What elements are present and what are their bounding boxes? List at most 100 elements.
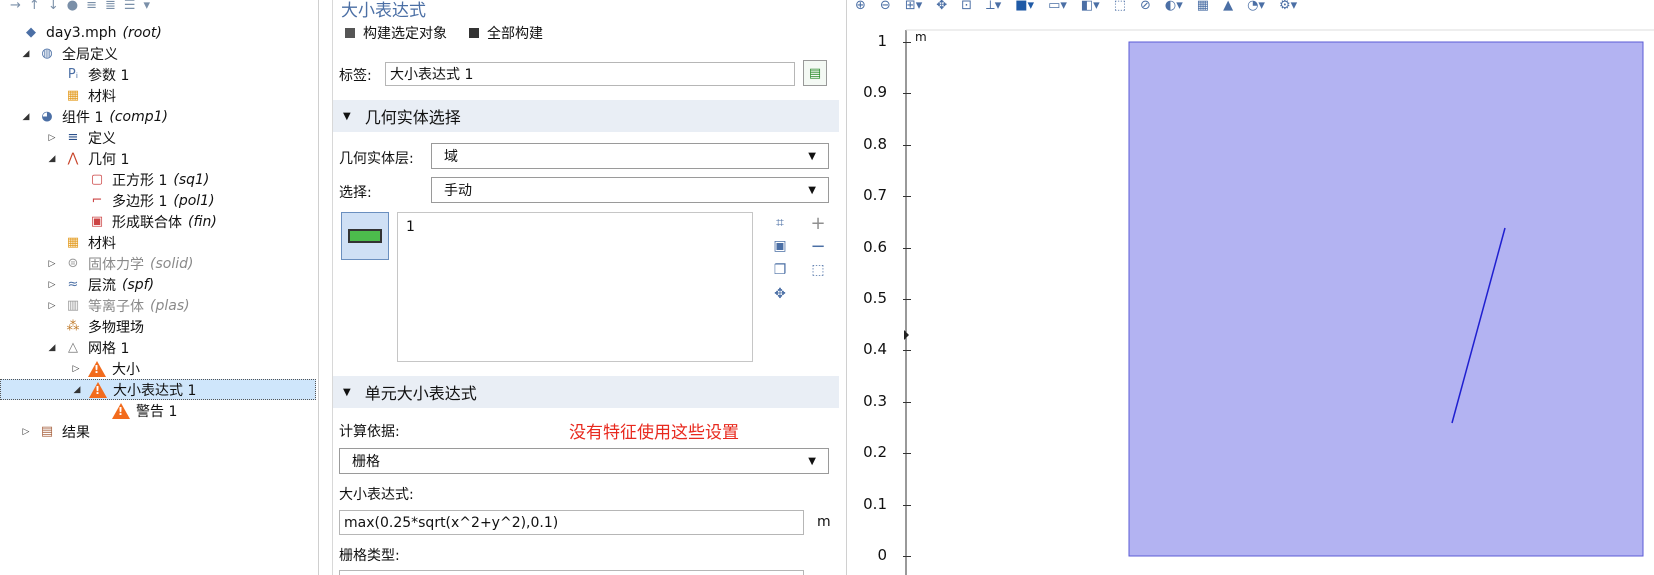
tree-toolbar: → ↑ ↓ ● ≡ ≣ ☰ ▾ — [0, 0, 150, 14]
selection-list[interactable]: 1 — [397, 212, 753, 362]
sort-down-icon[interactable]: ≣ — [105, 0, 116, 12]
warning-triangle — [89, 381, 107, 398]
graphics-window[interactable]: ⊕ ⊖ ⊞▾ ✥ ⊡ ⟂▾ ■▾ ▭▾ ◧▾ ⬚ ⊘ ◐▾ ▦ ▲ ◔▾ ⚙▾ … — [846, 0, 1654, 575]
tree-node[interactable]: ▷ ≡ 定义 — [46, 127, 116, 148]
remove-icon[interactable]: − — [809, 236, 827, 257]
y-tick-label: 0.4 — [863, 340, 887, 359]
arrow-up-icon[interactable]: ↑ — [29, 0, 40, 12]
tree-node-label: 层流 — [88, 277, 116, 294]
tree-node[interactable]: Pᵢ 参数 1 — [46, 64, 129, 85]
tree-node[interactable]: ⌐ 多边形 1 (pol1) — [70, 190, 215, 211]
dropdown-icon[interactable]: ▾ — [144, 0, 151, 12]
tree-node[interactable]: ▦ 材料 — [46, 85, 116, 106]
materials-icon: ▦ — [66, 88, 80, 103]
tree-node[interactable]: ▦ 材料 — [46, 232, 116, 253]
tree-node[interactable]: ▷ ▥ 等离子体 (plas) — [46, 295, 190, 316]
list-icon[interactable]: ☰ — [124, 0, 136, 12]
expand-toggle-icon[interactable]: ◢ — [46, 154, 58, 164]
tree-node[interactable]: ◢ ⋀ 几何 1 — [46, 148, 130, 169]
selection-select[interactable]: 手动 ▼ — [431, 177, 829, 203]
build-all-label: 全部构建 — [487, 26, 543, 42]
zoom-selected-icon[interactable]: ✥ — [771, 285, 789, 303]
plasma-icon: ▥ — [66, 298, 80, 313]
expand-toggle-icon[interactable]: ▷ — [70, 364, 82, 374]
geometric-selection-header[interactable]: ▼ 几何实体选择 — [333, 100, 839, 132]
tree-node[interactable]: 警告 1 — [94, 400, 177, 421]
y-tick-mark — [903, 247, 911, 249]
list-item[interactable]: 1 — [406, 219, 744, 235]
expand-toggle-icon[interactable]: ◢ — [46, 343, 58, 353]
grid-type-field[interactable] — [339, 570, 804, 575]
tree-node[interactable]: ▷ 大小 — [70, 358, 140, 379]
tree-node-label: 固体力学 — [88, 256, 144, 273]
build-all-button[interactable]: 全部构建 — [469, 23, 543, 43]
add-icon[interactable]: + — [809, 213, 827, 234]
tree-node[interactable]: ▷ ≈ 层流 (spf) — [46, 274, 155, 295]
tree-node[interactable]: ▷ ⊜ 固体力学 (solid) — [46, 253, 194, 274]
tree-node-tag: (spf) — [122, 276, 155, 293]
tree-node-label: 结果 — [62, 424, 90, 441]
collapse-icon: ▼ — [343, 386, 351, 398]
tree-node[interactable]: ▢ 正方形 1 (sq1) — [70, 169, 210, 190]
expand-toggle-icon[interactable]: ▷ — [46, 280, 58, 290]
tree-node-label: 大小表达式 1 — [113, 382, 197, 399]
expand-toggle-icon[interactable]: ▷ — [46, 133, 58, 143]
grid-type-caption: 栅格类型: — [339, 548, 400, 564]
toggle-switch-icon — [348, 229, 382, 243]
y-tick-mark — [903, 453, 911, 455]
calc-basis-caption: 计算依据: — [339, 424, 400, 440]
expand-toggle-icon[interactable]: ▷ — [20, 427, 32, 437]
copy-selection-icon[interactable]: ❐ — [771, 261, 789, 279]
expand-toggle-icon[interactable]: ◢ — [20, 112, 32, 122]
parameters-icon: Pᵢ — [67, 67, 79, 82]
arrow-right-icon[interactable]: → — [10, 0, 21, 12]
tree-node-selected[interactable]: ◢ 大小表达式 1 — [0, 379, 316, 400]
settings-panel: 大小表达式 构建选定对象 全部构建 标签: 大小表达式 1 ▤ ▼ 几何实体选择… — [332, 0, 839, 575]
tree-node-label: day3.mph — [46, 24, 117, 41]
tree-node[interactable]: ◢ ◕ 组件 1 (comp1) — [20, 106, 168, 127]
tree-node[interactable]: ⁂ 多物理场 — [46, 316, 145, 337]
y-tick-mark — [903, 93, 911, 95]
tree-node-tag: (comp1) — [109, 108, 168, 125]
tree-node-label: 等离子体 — [88, 298, 144, 315]
chevron-down-icon: ▼ — [808, 455, 816, 467]
clear-selection-icon[interactable]: ⬚ — [809, 261, 827, 279]
tree-node[interactable]: ◢ ◍ 全局定义 — [20, 43, 118, 64]
eye-icon[interactable]: ● — [67, 0, 78, 12]
tree-node-tag: (sq1) — [173, 171, 210, 188]
tree-node[interactable]: ▣ 形成联合体 (fin) — [70, 211, 217, 232]
activate-selection-toggle[interactable] — [341, 212, 389, 260]
graphics-canvas[interactable] — [847, 0, 1654, 575]
expand-toggle-icon[interactable]: ◢ — [20, 49, 32, 59]
tree-node-tag: (plas) — [150, 297, 190, 314]
sort-up-icon[interactable]: ≡ — [86, 0, 97, 12]
label-edit-icon[interactable]: ▤ — [803, 60, 827, 86]
tree-node-label: 定义 — [88, 130, 116, 147]
tree-node[interactable]: ▷ ▤ 结果 — [20, 421, 90, 442]
warning-icon — [89, 381, 107, 398]
expand-toggle-icon[interactable]: ▷ — [46, 259, 58, 269]
size-expr-input[interactable]: max(0.25*sqrt(x^2+y^2),0.1) — [339, 510, 804, 535]
paste-selection-icon[interactable]: ⌗ — [771, 214, 789, 232]
y-tick-label: 0.3 — [863, 391, 887, 410]
label-input[interactable]: 大小表达式 1 — [385, 62, 795, 86]
tree-node-label: 大小 — [112, 361, 140, 378]
create-selection-icon[interactable]: ▣ — [771, 237, 789, 255]
expand-toggle-icon[interactable]: ▷ — [46, 301, 58, 311]
selection-value: 手动 — [444, 183, 472, 199]
y-tick-mark — [903, 504, 911, 506]
square-icon: ▢ — [90, 172, 104, 187]
build-selected-button[interactable]: 构建选定对象 — [345, 23, 447, 43]
tree-node-label: 材料 — [88, 235, 116, 252]
tree-node[interactable]: ◢ △ 网格 1 — [46, 337, 130, 358]
calc-basis-select[interactable]: 栅格 ▼ — [339, 448, 829, 474]
tree-node[interactable]: ◆ day3.mph (root) — [4, 22, 162, 43]
geom-level-select[interactable]: 域 ▼ — [431, 143, 829, 169]
arrow-down-icon[interactable]: ↓ — [48, 0, 59, 12]
tree-node-label: 参数 1 — [88, 67, 130, 84]
element-size-expression-header[interactable]: ▼ 单元大小表达式 — [333, 376, 839, 408]
tree-node-label: 网格 1 — [88, 340, 130, 357]
domain-square[interactable] — [1128, 41, 1644, 557]
y-tick-label: 0.7 — [863, 186, 887, 205]
expand-toggle-icon[interactable]: ◢ — [71, 385, 83, 395]
